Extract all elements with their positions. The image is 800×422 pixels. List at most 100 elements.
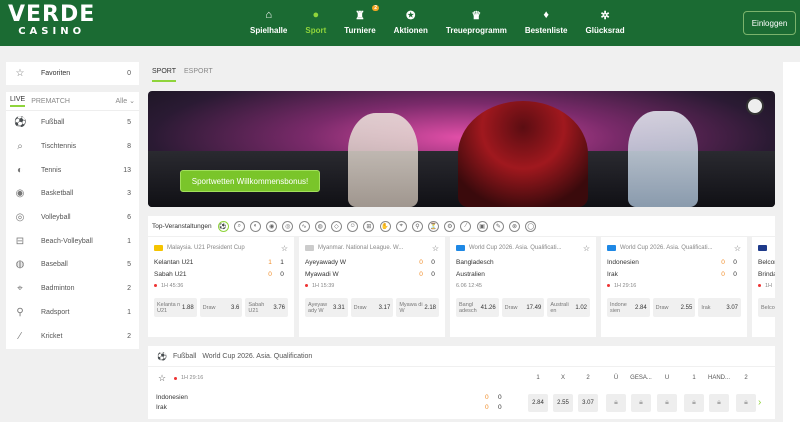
sport-filter-icon[interactable]: ⚙ <box>444 220 456 232</box>
login-button[interactable]: Einloggen <box>743 11 796 35</box>
nav-item-turniere[interactable]: ♜ Turniere 2 <box>344 5 380 35</box>
sidebar-item-label: Beach-Volleyball <box>41 237 93 245</box>
sport-filter-icon[interactable]: ✎ <box>492 220 504 232</box>
odd-value: 2.18 <box>424 304 437 311</box>
event-home-score-2: 0 <box>498 394 502 401</box>
tab-sport[interactable]: SPORT <box>152 68 176 82</box>
sidebar-item[interactable]: ⌖ Badminton 2 <box>6 277 139 301</box>
sport-filter-icon[interactable]: ◍ <box>314 220 326 232</box>
odd-button[interactable]: Australi en 1.02 <box>547 298 591 317</box>
odd-label: Ayeyaw ady W <box>308 301 328 314</box>
nav-item-bestenliste[interactable]: ♦ Bestenliste <box>525 8 568 35</box>
lock-icon: 🔒︎ <box>744 399 748 406</box>
sport-filter-icon[interactable]: ◯ <box>525 220 537 232</box>
sidebar-item[interactable]: ◎ Volleyball 6 <box>6 206 139 230</box>
nav-item-glücksrad[interactable]: ✲ Glücksrad <box>586 8 625 36</box>
tab-live[interactable]: LIVE <box>10 96 26 107</box>
odd-button[interactable]: Draw 3.6 <box>199 298 243 317</box>
odd-button[interactable]: Draw 2.55 <box>652 298 696 317</box>
event-row[interactable]: ☆ 1H 29:16 1 X 2 Ü GESA... U 1 HAND... 2 Indones… <box>148 367 775 419</box>
locked-odd-button[interactable]: 🔒︎ <box>684 394 704 412</box>
brand-logo[interactable]: VERDE CASINO <box>8 4 95 38</box>
event-card[interactable]: Myanmar. National League. W... ☆ Ayeyawady… <box>299 237 445 337</box>
locked-odd-button[interactable]: 🔒︎ <box>736 394 756 412</box>
event-card[interactable]: Malaysia. U21 President Cup ☆ Kelantan U21… <box>148 237 294 337</box>
sidebar-item-label: Baseball <box>41 261 68 269</box>
locked-odd-button[interactable]: 🔒︎ <box>657 394 677 412</box>
right-panel-edge <box>783 62 800 422</box>
locked-odd-button[interactable]: 🔒︎ <box>631 394 651 412</box>
nav-item-spielhalle[interactable]: ⌂ Spielhalle <box>250 8 287 35</box>
locked-odd-button[interactable]: 🔒︎ <box>606 394 626 412</box>
sport-filter-icon[interactable]: ☺ <box>347 220 359 232</box>
tab-esport[interactable]: ESPORT <box>184 68 213 82</box>
odd-button[interactable]: Kelanta n U21 1.88 <box>154 298 197 317</box>
event-odd-button[interactable]: 2.84 <box>528 394 548 412</box>
sport-icon: ⚽ <box>14 117 27 129</box>
event-card[interactable]: ☆BelconBrindab1HBelco nen <box>752 237 775 337</box>
odd-value: 3.76 <box>273 304 286 311</box>
favorite-star-icon[interactable]: ☆ <box>432 244 439 253</box>
sidebar-item[interactable]: ∕ Kricket 2 <box>6 324 139 348</box>
sport-filter-icon[interactable]: ⊗ <box>509 220 521 232</box>
event-away-score-2: 0 <box>498 404 502 411</box>
sport-filter-icon[interactable]: ◎ <box>282 220 294 232</box>
odd-button[interactable]: Irak 3.07 <box>698 298 742 317</box>
sport-filter-icon[interactable]: ▣ <box>476 220 488 232</box>
sidebar-item[interactable]: ◐ Tennis 13 <box>6 158 139 182</box>
favorite-star-icon[interactable]: ☆ <box>281 244 288 253</box>
chevron-right-icon[interactable]: › <box>758 397 761 408</box>
event-away-team: Irak <box>156 404 167 411</box>
sport-filter-icon[interactable]: ⚽ <box>217 220 229 232</box>
odd-button[interactable]: Bangl adesch 41.26 <box>456 298 499 317</box>
odd-button[interactable]: Draw 17.49 <box>501 298 545 317</box>
tab-prematch[interactable]: PREMATCH <box>31 98 70 105</box>
event-odd-button[interactable]: 3.07 <box>578 394 598 412</box>
odd-button[interactable]: Sabah U21 3.76 <box>245 298 289 317</box>
card-away-team: Irak <box>607 270 618 278</box>
nav-item-sport[interactable]: ● Sport <box>305 8 326 35</box>
favorites-label: Favoriten <box>41 70 71 77</box>
event-odd-button[interactable]: 2.55 <box>553 394 573 412</box>
odd-button[interactable]: Belco nen <box>758 298 775 317</box>
sport-filter-icon[interactable]: ⊞ <box>363 220 375 232</box>
sport-filter-dropdown[interactable]: Alle ⌄ <box>116 97 135 105</box>
nav-item-treueprogramm[interactable]: ♛ Treueprogramm <box>445 8 507 36</box>
sport-filter-icon[interactable]: ⚲ <box>411 220 423 232</box>
odd-button[interactable]: Draw 3.17 <box>350 298 394 317</box>
odd-button[interactable]: Ayeyaw ady W 3.31 <box>305 298 348 317</box>
lock-icon: 🔒︎ <box>614 399 618 406</box>
sidebar-item[interactable]: ◍ Baseball 5 <box>6 253 139 277</box>
sidebar-item-label: Volleyball <box>41 214 71 222</box>
favorites-item[interactable]: ☆ Favoriten 0 <box>6 62 139 85</box>
event-card[interactable]: World Cup 2026. Asia. Qualificati... ☆ Ind… <box>601 237 747 337</box>
sport-filter-icon[interactable]: ◐ <box>250 220 262 232</box>
sport-filter-icon[interactable]: ⌖ <box>395 220 407 232</box>
sport-filter-icon[interactable]: ◇ <box>330 220 342 232</box>
sport-filter-icon[interactable]: ◉ <box>266 220 278 232</box>
sport-filter-icon[interactable]: ∕ <box>460 220 472 232</box>
top-events-bar: Top-Veranstaltungen ⚽ ⌕ ◐ ◉ ◎ ∿ ◍ ◇ ☺ ⊞ ✋ ⌖ ⚲ ⏳ ⚙ ∕ ▣ ✎ ⊗ ◯ <box>148 216 775 236</box>
event-card[interactable]: World Cup 2026. Asia. Qualificati... ☆ Ban… <box>450 237 596 337</box>
sidebar-item[interactable]: ◉ Basketball 3 <box>6 182 139 206</box>
favorite-star-icon[interactable]: ☆ <box>583 244 590 253</box>
sport-filter-icon[interactable]: ⏳ <box>428 220 440 232</box>
card-league: World Cup 2026. Asia. Qualificati... <box>469 245 562 251</box>
odd-button[interactable]: Myawa di W 2.18 <box>396 298 440 317</box>
sidebar-item[interactable]: ⚽ Fußball 5 <box>6 111 139 135</box>
nav-label: Sport <box>305 26 327 35</box>
sidebar-item[interactable]: ⊟ Beach-Volleyball 1 <box>6 229 139 253</box>
nav-item-aktionen[interactable]: ✪ Aktionen <box>394 8 428 36</box>
favorite-star-icon[interactable]: ☆ <box>734 244 741 253</box>
sidebar-item[interactable]: ⚲ Radsport 1 <box>6 301 139 325</box>
sport-filter-icon[interactable]: ✋ <box>379 220 391 232</box>
nav-label: Treueprogramm <box>445 26 507 35</box>
sport-filter-icon[interactable]: ∿ <box>298 220 310 232</box>
welcome-bonus-button[interactable]: Sportwetten Willkommensbonus! <box>180 170 320 192</box>
odd-button[interactable]: Indone sien 2.84 <box>607 298 650 317</box>
sport-filter-icon[interactable]: ⌕ <box>233 220 245 232</box>
locked-odd-button[interactable]: 🔒︎ <box>709 394 729 412</box>
sidebar-item-count: 6 <box>127 214 131 222</box>
odd-label: Australi en <box>550 301 569 314</box>
sidebar-item[interactable]: ⌕ Tischtennis 8 <box>6 135 139 159</box>
